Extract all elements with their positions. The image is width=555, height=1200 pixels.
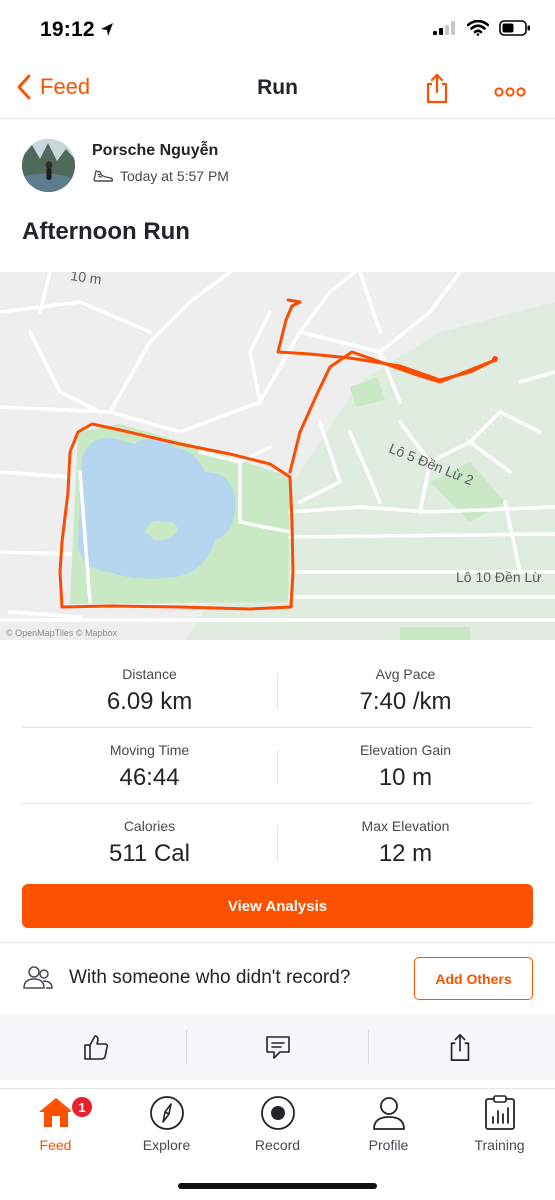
tab-label: Record [254,1137,301,1153]
athlete-header[interactable]: Porsche Nguyễn Today at 5:57 PM [22,139,522,193]
avatar-photo [22,139,75,192]
cellular-signal-icon [433,21,455,35]
stat-row: Moving Time 46:44 Elevation Gain 10 m [22,728,533,804]
activity-timestamp: Today at 5:57 PM [120,168,229,184]
add-others-button[interactable]: Add Others [414,957,533,1000]
stat-row: Distance 6.09 km Avg Pace 7:40 /km [22,652,533,728]
status-bar: 19:12 [0,0,555,62]
wifi-icon [467,20,489,36]
avatar[interactable] [22,139,75,192]
stat-label: Elevation Gain [359,742,452,758]
stat-label: Avg Pace [375,666,436,682]
athlete-name[interactable]: Porsche Nguyễn [92,142,218,160]
comment-button[interactable] [185,1014,370,1080]
back-button[interactable]: Feed [16,74,90,100]
view-analysis-button[interactable]: View Analysis [22,884,533,928]
map-attribution: © OpenMapTiles © Mapbox [6,628,117,638]
home-indicator [178,1183,377,1189]
map-label: Lô 10 Đền Lừ [456,569,542,585]
with-others-row: With someone who didn't record? Add Othe… [22,956,533,1002]
nav-bar: Feed Run [0,62,555,119]
status-time: 19:12 [40,18,95,41]
stat-max-elevation: Max Elevation 12 m [278,804,533,880]
stat-value: 12 m [378,840,433,867]
tab-profile[interactable]: Profile [333,1089,444,1167]
stat-label: Moving Time [109,742,190,758]
back-label: Feed [40,74,91,99]
stat-elevation-gain: Elevation Gain 10 m [278,728,533,804]
compass-icon [111,1095,222,1131]
notification-badge: 1 [70,1095,94,1119]
stat-moving-time: Moving Time 46:44 [22,728,277,804]
tab-label: Profile [368,1137,409,1153]
battery-icon [499,20,530,36]
share-icon [450,1033,469,1061]
share-button[interactable] [424,72,450,109]
status-icons [433,20,531,36]
stat-value: 6.09 km [106,688,193,715]
shoe-icon [93,170,114,182]
location-arrow-icon [101,23,113,36]
share-icon [426,73,448,104]
with-others-text: With someone who didn't record? [69,967,351,988]
route-map-canvas: 10 m Lô 5 Đền Lừ 2 Lô 10 Đền Lừ © OpenMa… [0,272,555,640]
tab-feed[interactable]: 1 Feed [0,1089,111,1167]
social-actions-bar [0,1014,555,1080]
route-map[interactable]: 10 m Lô 5 Đền Lừ 2 Lô 10 Đền Lừ © OpenMa… [0,272,555,640]
more-options-button[interactable] [494,84,526,102]
tab-label: Explore [142,1137,191,1153]
record-icon [222,1095,333,1131]
stats-grid: Distance 6.09 km Avg Pace 7:40 /km Movin… [22,652,533,880]
tab-bar: 1 Feed Explore Record Profile Training [0,1088,555,1200]
tab-record[interactable]: Record [222,1089,333,1167]
activity-title: Afternoon Run [22,218,190,245]
share-activity-button[interactable] [367,1014,552,1080]
thumbs-up-icon [83,1035,108,1060]
home-icon [0,1095,111,1129]
stat-distance: Distance 6.09 km [22,652,277,728]
tab-label: Training [474,1137,525,1153]
tab-label: Feed [39,1137,72,1153]
profile-icon [333,1095,444,1131]
stat-label: Distance [122,666,177,682]
stat-avg-pace: Avg Pace 7:40 /km [278,652,533,728]
chevron-left-icon [17,74,31,100]
tab-training[interactable]: Training [444,1089,555,1167]
kudos-button[interactable] [3,1014,188,1080]
stat-value: 10 m [378,764,433,791]
divider [0,942,555,943]
stat-value: 7:40 /km [359,688,452,715]
group-icon [23,966,53,989]
more-dots-icon [494,87,526,97]
stat-row: Calories 511 Cal Max Elevation 12 m [22,804,533,880]
stat-label: Max Elevation [361,818,450,834]
stat-label: Calories [123,818,176,834]
stat-value: 46:44 [119,764,180,791]
tab-explore[interactable]: Explore [111,1089,222,1167]
stat-value: 511 Cal [109,840,190,867]
training-icon [444,1095,555,1131]
comment-icon [265,1036,290,1059]
activity-meta: Today at 5:57 PM [92,168,229,184]
stat-calories: Calories 511 Cal [22,804,277,880]
park-area [400,627,470,640]
